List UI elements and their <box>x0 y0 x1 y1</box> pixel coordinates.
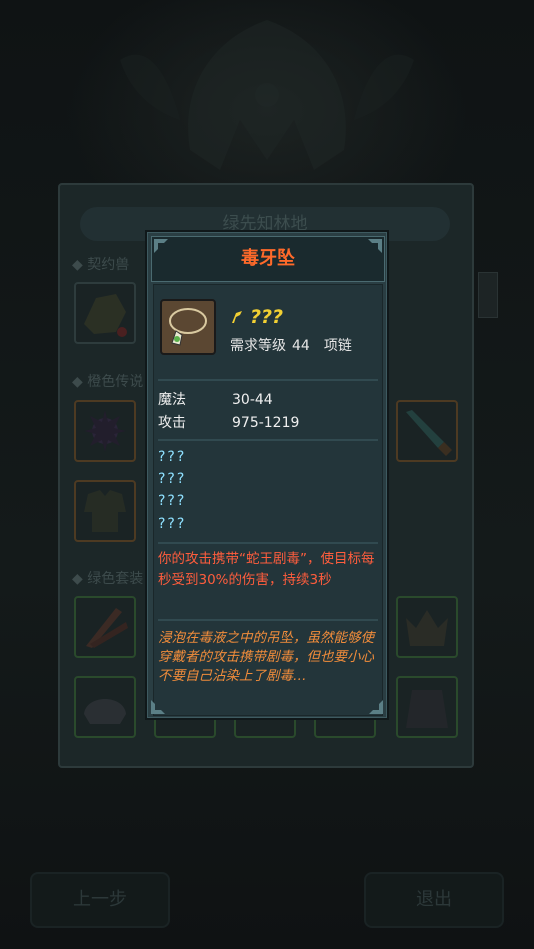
lore-text: 浸泡在毒液之中的吊坠，虽然能够使穿戴者的攻击携带剧毒，但也要小心不要自己沾染上了… <box>158 630 374 684</box>
required-level: 44 <box>292 338 310 354</box>
corner-ornament-icon <box>369 700 383 714</box>
special-effect-text: 你的攻击携带“蛇王剧毒”，使目标每秒受到30%的伤害，持续3秒 <box>158 551 375 588</box>
spike-orb-icon <box>84 410 126 452</box>
section-contract-beast: ◆ 契约兽 <box>72 257 130 273</box>
item-name: 毒牙坠 <box>241 248 295 269</box>
divider <box>158 379 378 381</box>
cloak-icon <box>406 690 448 728</box>
stat-row-magic: 魔法 30-44 <box>158 389 273 409</box>
helmet-icon <box>84 699 126 724</box>
feather-icon <box>86 608 128 648</box>
armor-icon <box>84 490 126 532</box>
item-icon-frame <box>160 299 216 355</box>
contract-beast-slot[interactable] <box>74 282 136 344</box>
background-emblem-icon <box>120 20 414 170</box>
crown-icon <box>406 610 448 646</box>
item-tooltip: 毒牙坠 ??? 需求等级 44 项链 魔法 30-44 攻击 975-1219 ??? … <box>145 230 389 720</box>
back-button[interactable]: 上一步 <box>30 872 170 928</box>
divider <box>158 619 378 621</box>
stat-value: 975-1219 <box>232 415 300 431</box>
mystery-icon <box>232 311 242 323</box>
hidden-attribute: ??? <box>158 493 187 509</box>
hidden-attribute: ??? <box>158 516 187 532</box>
requirement-row: 需求等级 44 项链 <box>230 335 358 355</box>
rarity-row: ??? <box>230 305 283 329</box>
sword-icon <box>406 410 452 456</box>
corner-ornament-icon <box>151 700 165 714</box>
hidden-attribute: ??? <box>158 449 187 465</box>
section-green-set: ◆ 绿色套装 <box>72 571 144 587</box>
stat-label: 魔法 <box>158 392 186 408</box>
tooltip-body: ??? 需求等级 44 项链 魔法 30-44 攻击 975-1219 ??? ??? … <box>153 284 383 716</box>
stat-value: 30-44 <box>232 392 273 408</box>
legend-slot-2[interactable] <box>74 480 136 542</box>
tooltip-header: 毒牙坠 <box>151 236 385 282</box>
corner-ornament-icon <box>368 239 382 253</box>
side-tab[interactable] <box>478 272 498 318</box>
set-slot-7[interactable] <box>396 676 458 738</box>
set-slot-1[interactable] <box>74 596 136 658</box>
beast-icon <box>84 294 127 337</box>
stat-label: 攻击 <box>158 415 186 431</box>
divider <box>158 542 378 544</box>
stat-row-attack: 攻击 975-1219 <box>158 412 299 432</box>
item-type: 项链 <box>323 338 352 354</box>
section-orange-legend: ◆ 橙色传说 <box>72 374 144 390</box>
set-slot-2[interactable] <box>74 676 136 738</box>
set-slot-6[interactable] <box>396 596 458 658</box>
rarity-text: ??? <box>250 306 284 328</box>
required-level-label: 需求等级 <box>230 338 286 354</box>
legend-slot-3[interactable] <box>396 400 458 462</box>
hidden-attribute: ??? <box>158 471 187 487</box>
legend-slot-1[interactable] <box>74 400 136 462</box>
necklace-icon <box>169 308 207 346</box>
divider <box>158 439 378 441</box>
exit-button[interactable]: 退出 <box>364 872 504 928</box>
corner-ornament-icon <box>154 239 168 253</box>
